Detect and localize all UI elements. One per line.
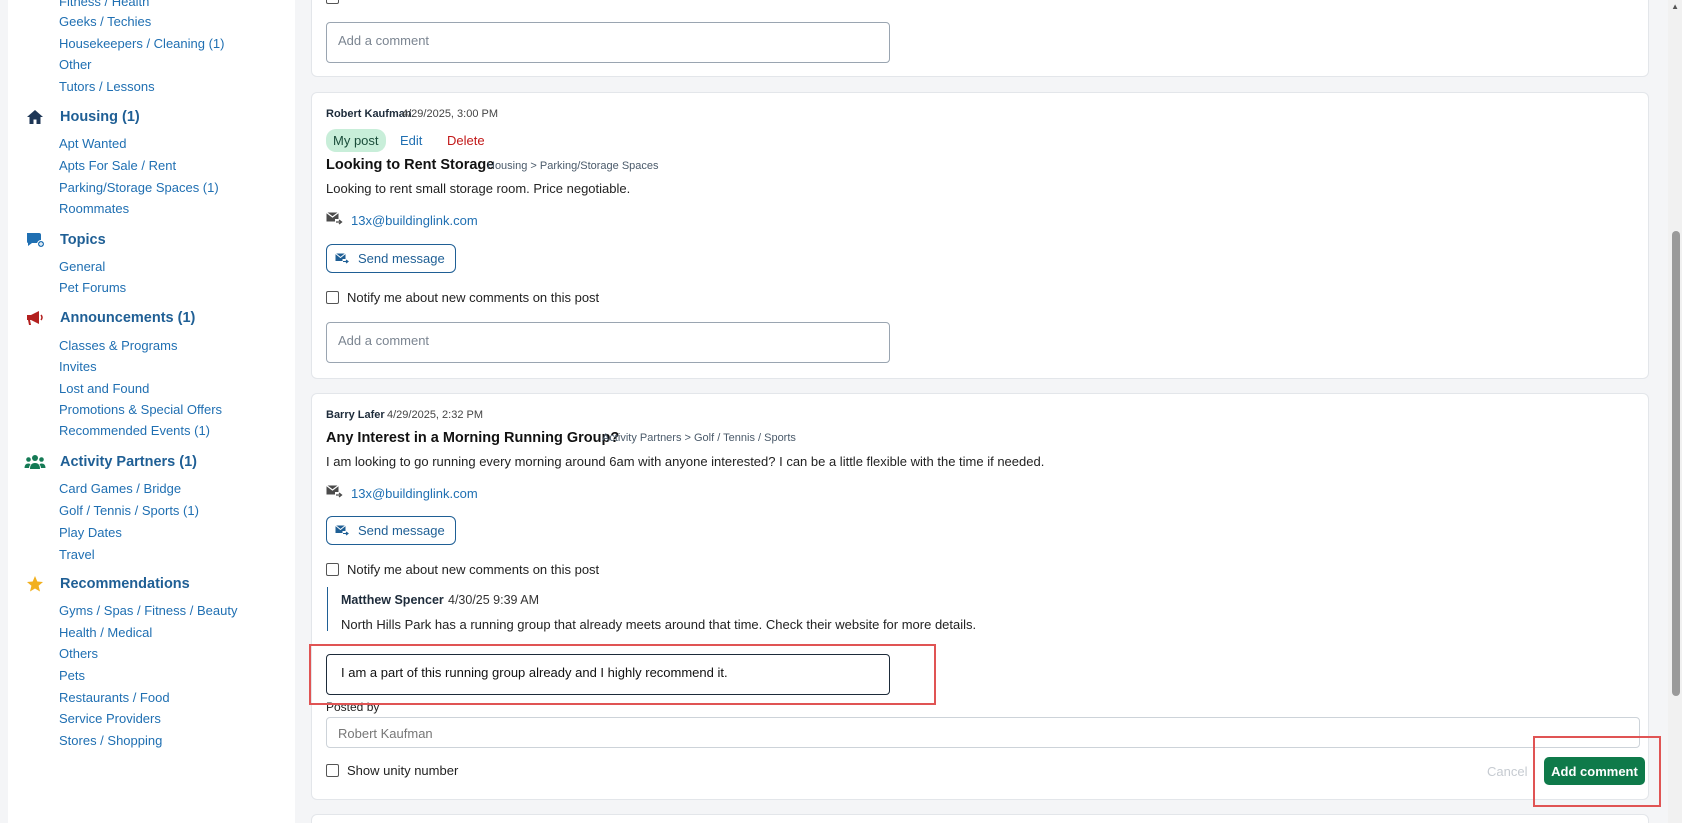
sidebar-item-golf-tennis[interactable]: Golf / Tennis / Sports (1) (59, 503, 199, 518)
send-mail-icon (335, 253, 349, 264)
post-card-next (311, 814, 1649, 823)
sidebar-item-other[interactable]: Other (59, 57, 92, 72)
notify-checkbox[interactable]: Notify me about new comments on this pos… (326, 290, 599, 305)
post-body: Looking to rent small storage room. Pric… (326, 181, 631, 196)
post-time: 4/29/2025, 3:00 PM (402, 108, 499, 120)
category-announcements[interactable]: Announcements (1) (24, 307, 195, 329)
post-author: Robert Kaufman (326, 108, 412, 120)
posted-by-input[interactable]: Robert Kaufman (326, 717, 1640, 748)
star-icon (24, 573, 46, 595)
comment-input-active[interactable]: I am a part of this running group alread… (326, 654, 890, 695)
sidebar-item-service-providers[interactable]: Service Providers (59, 711, 161, 726)
sidebar-item-lost-found[interactable]: Lost and Found (59, 381, 149, 396)
delete-link[interactable]: Delete (447, 133, 485, 148)
mail-icon (326, 212, 343, 226)
reply-time: 4/30/25 9:39 AM (448, 593, 540, 607)
send-message-button[interactable]: Send message (326, 516, 456, 545)
post-card-running: Barry Lafer 4/29/2025, 2:32 PM Any Inter… (311, 393, 1649, 800)
sidebar-item-parking-storage[interactable]: Parking/Storage Spaces (1) (59, 180, 219, 195)
scroll-up-arrow-icon[interactable]: ▲ (1671, 2, 1679, 11)
show-unity-label: Show unity number (347, 763, 459, 778)
category-activity-label[interactable]: Activity Partners (1) (60, 454, 197, 470)
post-title[interactable]: Looking to Rent Storage (326, 157, 494, 173)
my-post-badge: My post (326, 129, 386, 152)
home-icon (24, 106, 46, 128)
post-title[interactable]: Any Interest in a Morning Running Group? (326, 430, 619, 446)
sidebar-item-others[interactable]: Others (59, 646, 98, 661)
reply-text: North Hills Park has a running group tha… (341, 617, 977, 632)
notify-checkbox-previous[interactable] (326, 0, 347, 4)
post-body: I am looking to go running every morning… (326, 454, 1045, 469)
mail-icon (326, 485, 343, 499)
notify-label: Notify me about new comments on this pos… (347, 290, 600, 305)
category-housing[interactable]: Housing (1) (24, 106, 140, 128)
chat-add-icon (24, 229, 46, 251)
category-recommendations[interactable]: Recommendations (24, 573, 190, 595)
sidebar-item-travel[interactable]: Travel (59, 547, 95, 562)
sidebar-item-classes-programs[interactable]: Classes & Programs (59, 338, 177, 353)
megaphone-icon (24, 307, 46, 329)
sidebar-item-gyms-spas[interactable]: Gyms / Spas / Fitness / Beauty (59, 603, 237, 618)
post-author: Barry Lafer (326, 409, 385, 421)
category-topics[interactable]: Topics (24, 229, 106, 251)
comment-input-previous[interactable]: Add a comment (326, 22, 890, 63)
sidebar: Fitness / Health Geeks / Techies Houseke… (8, 0, 295, 823)
sidebar-item-pets[interactable]: Pets (59, 668, 85, 683)
sidebar-item-promotions[interactable]: Promotions & Special Offers (59, 402, 222, 417)
post-card-previous: Add a comment (311, 0, 1649, 77)
comment-input[interactable]: Add a comment (326, 322, 890, 363)
checkbox-box[interactable] (326, 291, 339, 304)
sidebar-item-apts-sale-rent[interactable]: Apts For Sale / Rent (59, 158, 176, 173)
send-message-label: Send message (358, 251, 445, 266)
sidebar-item-card-games[interactable]: Card Games / Bridge (59, 481, 181, 496)
post-category-path: Activity Partners > Golf / Tennis / Spor… (602, 432, 796, 444)
show-unity-checkbox[interactable]: Show unity number (326, 763, 458, 778)
sidebar-item-general[interactable]: General (59, 259, 105, 274)
edit-link[interactable]: Edit (400, 133, 422, 148)
sidebar-item-health-medical[interactable]: Health / Medical (59, 625, 152, 640)
posted-by-label: Posted by (326, 700, 380, 714)
sidebar-item-housekeepers[interactable]: Housekeepers / Cleaning (1) (59, 36, 224, 51)
post-email-link[interactable]: 13x@buildinglink.com (351, 213, 478, 228)
checkbox-box[interactable] (326, 764, 339, 777)
people-icon (24, 451, 46, 473)
send-message-label: Send message (358, 523, 445, 538)
category-activity-partners[interactable]: Activity Partners (1) (24, 451, 197, 473)
sidebar-item-apt-wanted[interactable]: Apt Wanted (59, 136, 126, 151)
category-housing-label[interactable]: Housing (1) (60, 109, 140, 125)
scrollbar-thumb[interactable] (1672, 231, 1680, 696)
sidebar-item-play-dates[interactable]: Play Dates (59, 525, 122, 540)
cancel-button[interactable]: Cancel (1487, 764, 1527, 779)
post-category-path: Housing > Parking/Storage Spaces (487, 160, 659, 172)
checkbox-box[interactable] (326, 563, 339, 576)
sidebar-item-recommended-events[interactable]: Recommended Events (1) (59, 423, 210, 438)
send-mail-icon (335, 525, 349, 536)
sidebar-item-invites[interactable]: Invites (59, 359, 97, 374)
sidebar-item-restaurants-food[interactable]: Restaurants / Food (59, 690, 170, 705)
notify-checkbox[interactable]: Notify me about new comments on this pos… (326, 562, 599, 577)
add-comment-button[interactable]: Add comment (1544, 757, 1645, 785)
post-time: 4/29/2025, 2:32 PM (387, 409, 484, 421)
sidebar-item-stores-shopping[interactable]: Stores / Shopping (59, 733, 162, 748)
sidebar-item-geeks[interactable]: Geeks / Techies (59, 14, 151, 29)
post-card-storage: Robert Kaufman 4/29/2025, 3:00 PM My pos… (311, 92, 1649, 379)
scrollbar[interactable]: ▲ (1668, 0, 1682, 823)
category-announcements-label[interactable]: Announcements (1) (60, 310, 195, 326)
send-message-button[interactable]: Send message (326, 244, 456, 273)
sidebar-item-fitness-health[interactable]: Fitness / Health (59, 0, 149, 9)
category-recommendations-label[interactable]: Recommendations (60, 576, 190, 592)
sidebar-item-tutors-lessons[interactable]: Tutors / Lessons (59, 79, 155, 94)
category-topics-label[interactable]: Topics (60, 232, 106, 248)
reply-indent-line (327, 587, 328, 631)
sidebar-item-pet-forums[interactable]: Pet Forums (59, 280, 126, 295)
notify-label: Notify me about new comments on this pos… (347, 562, 600, 577)
post-email-link[interactable]: 13x@buildinglink.com (351, 486, 478, 501)
sidebar-item-roommates[interactable]: Roommates (59, 201, 129, 216)
reply-author: Matthew Spencer (341, 593, 444, 607)
